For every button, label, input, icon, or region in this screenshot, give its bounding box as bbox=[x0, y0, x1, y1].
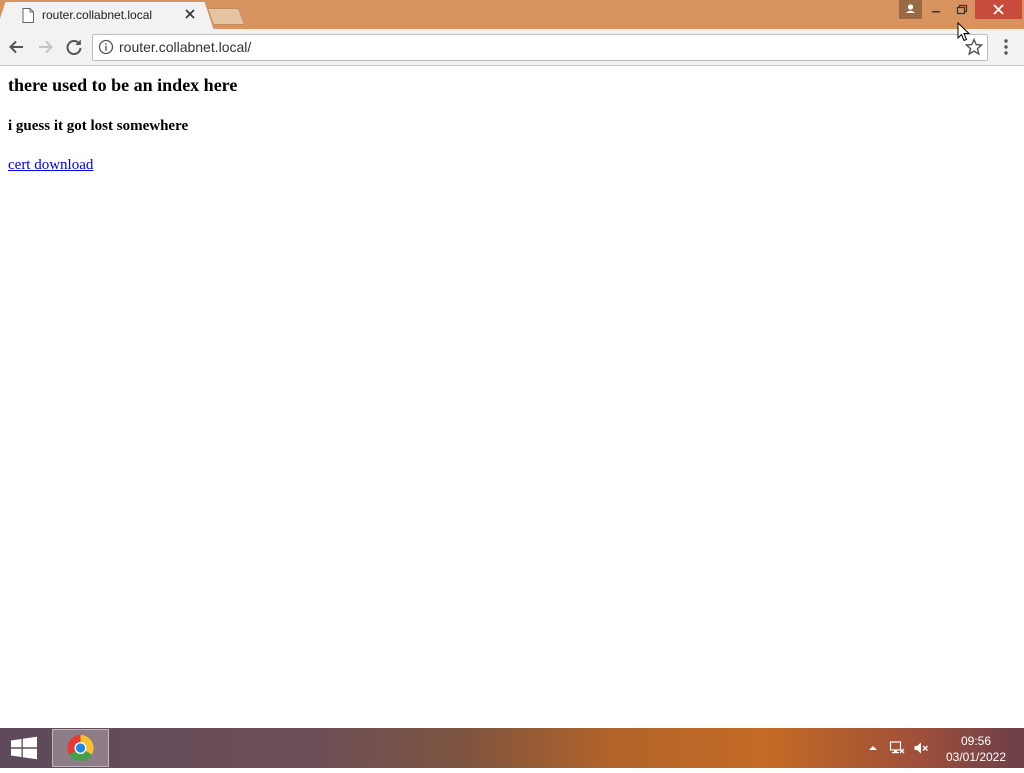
minimize-icon bbox=[932, 11, 940, 13]
browser-toolbar: router.collabnet.local/ bbox=[0, 29, 1024, 66]
clock-date: 03/01/2022 bbox=[945, 750, 1007, 764]
start-button[interactable] bbox=[0, 728, 48, 768]
cursor-icon bbox=[957, 22, 971, 42]
tray-up-arrow-icon[interactable] bbox=[865, 740, 881, 756]
chrome-icon bbox=[67, 735, 94, 762]
url-text: router.collabnet.local/ bbox=[119, 39, 252, 55]
browser-tab[interactable]: router.collabnet.local bbox=[8, 2, 202, 29]
volume-muted-icon[interactable] bbox=[913, 740, 929, 756]
minimize-button[interactable] bbox=[924, 0, 948, 19]
close-icon bbox=[993, 4, 1004, 15]
tab-title: router.collabnet.local bbox=[42, 8, 153, 22]
profile-icon bbox=[906, 4, 915, 13]
network-icon[interactable] bbox=[889, 740, 905, 756]
taskbar-clock[interactable]: 09:56 03/01/2022 bbox=[940, 733, 1012, 765]
tab-close-icon[interactable] bbox=[182, 6, 198, 22]
back-arrow-icon[interactable] bbox=[6, 36, 28, 58]
page-subheading: i guess it got lost somewhere bbox=[8, 118, 189, 134]
profile-button[interactable] bbox=[899, 0, 922, 19]
maximize-button[interactable] bbox=[950, 0, 974, 19]
windows-logo-icon bbox=[11, 736, 37, 760]
title-bar: router.collabnet.local bbox=[0, 0, 1024, 29]
menu-icon[interactable] bbox=[997, 37, 1015, 57]
page-icon bbox=[22, 8, 34, 23]
taskbar: 09:56 03/01/2022 bbox=[0, 728, 1024, 768]
cert-download-link[interactable]: cert download bbox=[8, 157, 93, 174]
new-tab-button[interactable] bbox=[206, 8, 246, 25]
chrome-taskbar-button[interactable] bbox=[52, 729, 109, 767]
reload-icon[interactable] bbox=[63, 36, 85, 58]
address-bar[interactable]: router.collabnet.local/ bbox=[92, 34, 988, 61]
maximize-icon bbox=[956, 4, 968, 15]
info-icon[interactable] bbox=[98, 39, 114, 55]
clock-time: 09:56 bbox=[960, 734, 992, 748]
page-heading: there used to be an index here bbox=[8, 75, 238, 95]
forward-arrow-icon[interactable] bbox=[34, 36, 56, 58]
close-window-button[interactable] bbox=[975, 0, 1022, 19]
